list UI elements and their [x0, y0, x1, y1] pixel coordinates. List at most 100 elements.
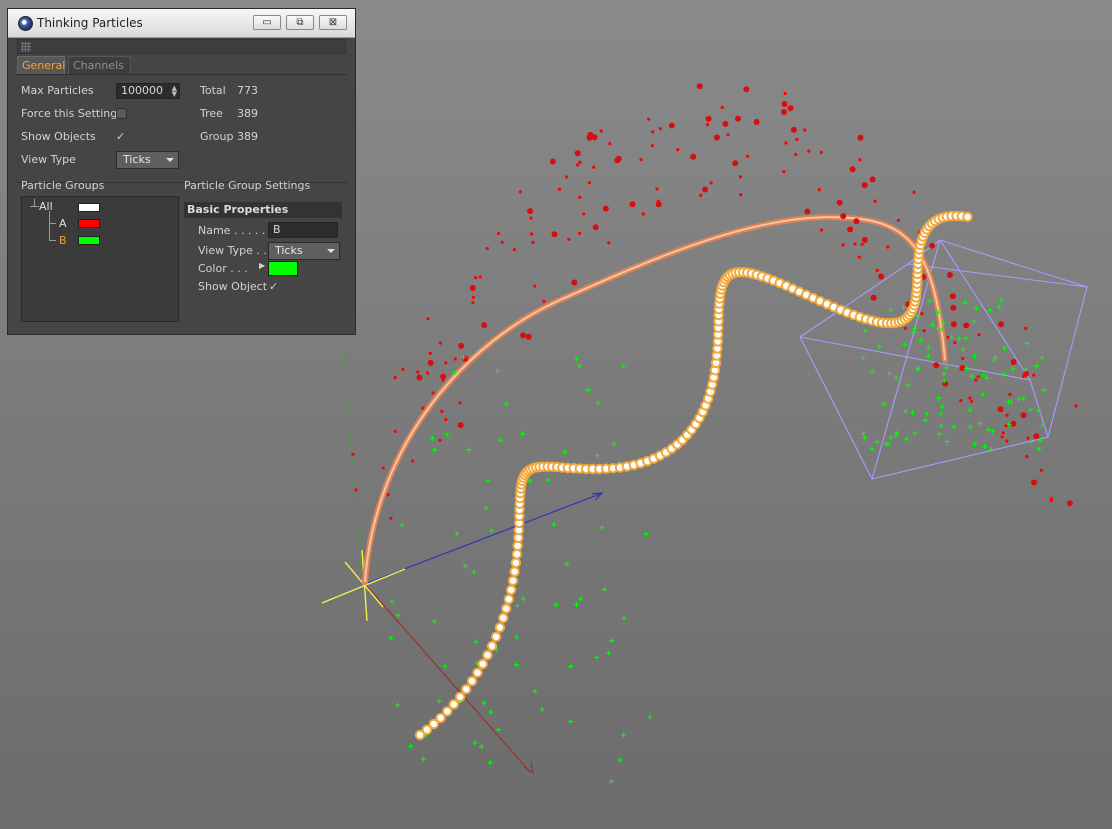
red-particle	[393, 429, 397, 433]
red-particle	[578, 195, 582, 199]
red-particle	[847, 226, 854, 233]
green-tick-particle	[869, 446, 875, 452]
red-particle	[527, 208, 534, 215]
tab-general[interactable]: General	[17, 56, 65, 74]
trail-particle	[482, 649, 493, 661]
red-particle	[1005, 413, 1009, 417]
show-objects-checkmark-icon[interactable]: ✓	[116, 130, 125, 143]
window-titlebar[interactable]: Thinking Particles ▭ ⧉ ⊠	[8, 9, 355, 38]
total-value: 773	[237, 84, 258, 97]
red-particle	[726, 133, 730, 137]
trail-particle	[509, 566, 520, 577]
green-tick-particle	[420, 756, 426, 762]
red-particle	[781, 101, 788, 107]
green-tick-particle	[980, 372, 986, 378]
red-particle	[702, 186, 709, 193]
panel-grip-bar[interactable]	[17, 39, 346, 54]
tree-item-a[interactable]: A	[59, 217, 67, 230]
red-particle	[576, 163, 580, 167]
green-tick-particle	[969, 373, 975, 379]
red-particle	[735, 115, 741, 122]
red-particle	[1020, 412, 1027, 419]
green-tick-particle	[972, 354, 978, 359]
green-tick-particle	[643, 531, 649, 537]
red-particle	[959, 398, 963, 403]
red-particle	[974, 378, 978, 382]
red-particle	[977, 333, 981, 337]
red-particle	[1026, 436, 1030, 440]
green-tick-particle	[936, 395, 942, 401]
green-tick-particle	[938, 423, 944, 429]
red-particle	[354, 488, 358, 492]
expand-triangle-icon[interactable]: ▶	[259, 261, 265, 270]
force-setting-checkbox[interactable]	[116, 108, 127, 119]
spinner-arrows-icon[interactable]: ▲ ▼	[172, 85, 177, 98]
red-particle	[512, 248, 517, 252]
green-tick-particle	[987, 308, 993, 313]
max-particles-input[interactable]: 100000 ▲ ▼	[116, 83, 180, 99]
red-particle	[745, 154, 750, 158]
green-tick-particle	[983, 375, 989, 381]
green-tick-particle	[489, 528, 495, 534]
axis-x-arrowhead	[523, 761, 534, 775]
red-particle	[738, 175, 743, 179]
red-particle	[473, 276, 478, 280]
force-setting-label: Force this Setting	[21, 107, 118, 120]
group-name-input[interactable]: B	[268, 222, 338, 238]
tab-channels[interactable]: Channels	[68, 56, 131, 74]
red-particle	[836, 199, 843, 206]
green-tick-particle	[938, 411, 944, 417]
green-tick-particle	[399, 522, 405, 528]
particle-group-settings-label: Particle Group Settings	[184, 179, 311, 192]
particle-groups-tree[interactable]: All A B	[21, 196, 179, 322]
green-tick-particle	[617, 757, 623, 763]
red-particle	[602, 205, 609, 212]
maximize-button[interactable]: ⧉	[286, 15, 314, 30]
red-particle	[804, 208, 811, 215]
red-particle	[651, 130, 655, 134]
green-tick-particle	[595, 400, 601, 406]
green-tick-particle	[551, 522, 557, 527]
red-particle	[599, 129, 603, 133]
red-particle	[458, 401, 462, 405]
red-particle	[655, 201, 662, 208]
red-particle	[875, 268, 879, 272]
show-object-label: Show Object	[198, 280, 268, 293]
green-tick-particle	[585, 387, 591, 393]
trail-particle	[510, 557, 522, 568]
view-type-dropdown[interactable]: Ticks	[116, 151, 179, 169]
group-view-type-dropdown[interactable]: Ticks	[268, 242, 340, 260]
red-particle	[968, 396, 972, 400]
group-color-swatch[interactable]	[268, 261, 298, 276]
tree-item-b[interactable]: B	[59, 234, 67, 247]
green-tick-particle	[893, 433, 899, 439]
green-tick-particle	[462, 563, 468, 569]
trail-particle	[494, 622, 506, 633]
minimize-button[interactable]: ▭	[253, 15, 281, 30]
red-particle	[530, 232, 534, 236]
basic-properties-header[interactable]: Basic Properties	[184, 202, 342, 218]
tree-item-all[interactable]: All	[39, 200, 53, 213]
red-particle	[807, 149, 811, 153]
green-tick-particle	[972, 441, 977, 447]
red-particle	[857, 134, 864, 141]
trail-particle	[435, 712, 446, 724]
red-particle	[790, 126, 797, 133]
red-particle	[953, 341, 957, 345]
red-particle	[650, 144, 655, 148]
red-particle	[705, 123, 710, 127]
red-particle	[696, 83, 703, 90]
red-particle	[1024, 326, 1028, 330]
trail-particle	[466, 675, 478, 687]
red-particle	[795, 137, 799, 142]
view-type-value: Ticks	[123, 153, 151, 166]
show-object-checkmark-icon[interactable]: ✓	[269, 280, 278, 293]
green-tick-particle	[862, 435, 867, 441]
green-tick-particle	[910, 410, 916, 416]
close-button[interactable]: ⊠	[319, 15, 347, 30]
green-tick-particle	[595, 453, 601, 459]
red-particle	[1049, 497, 1053, 501]
red-particle	[520, 332, 527, 339]
red-particle	[500, 240, 504, 244]
grip-dots-icon[interactable]	[21, 42, 31, 52]
